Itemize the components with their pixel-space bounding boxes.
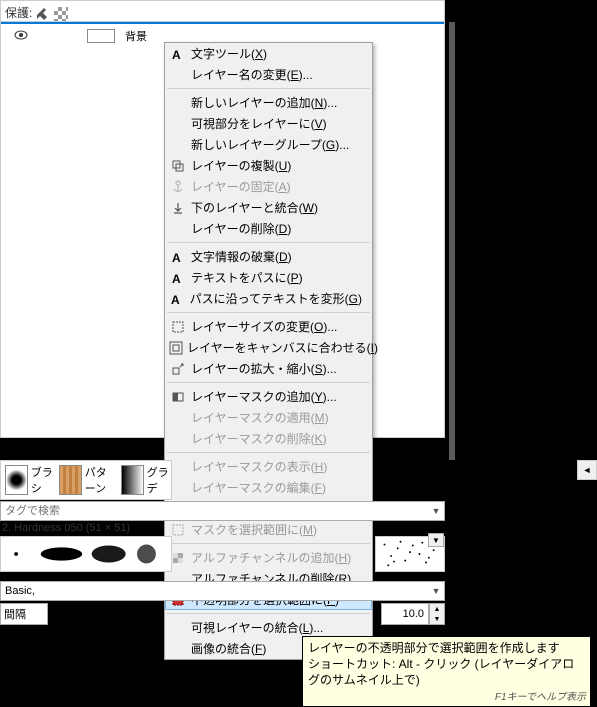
dynamics-label: Basic, <box>1 585 428 597</box>
menu-delete-layer[interactable]: レイヤーの削除(D) <box>165 218 372 239</box>
duplicate-icon <box>169 158 187 174</box>
lock-label: 保護: <box>5 4 68 21</box>
menu-discard-text[interactable]: A 文字情報の破棄(D) <box>165 246 372 267</box>
menu-edit-mask: レイヤーマスクの編集(F) <box>165 477 372 498</box>
toolbar: 保護: <box>0 0 445 22</box>
tag-search-field[interactable]: ▼ <box>0 501 445 521</box>
anchor-icon <box>169 179 187 195</box>
visibility-icon[interactable] <box>14 29 28 43</box>
text-icon: A <box>169 249 187 265</box>
menu-visible-to-layer[interactable]: 可視部分をレイヤーに(V) <box>165 113 372 134</box>
menu-add-mask[interactable]: レイヤーマスクの追加(Y)... <box>165 386 372 407</box>
menu-duplicate-layer[interactable]: レイヤーの複製(U) <box>165 155 372 176</box>
brush-pattern-gradient-tabs: ブラシ パターン グラデ <box>0 460 172 500</box>
tab-menu-arrow-icon[interactable]: ◄ <box>577 460 597 480</box>
tooltip: レイヤーの不透明部分で選択範囲を作成します ショートカット: Alt - クリッ… <box>302 636 591 707</box>
menu-rename-layer[interactable]: レイヤー名の変更(E)... <box>165 64 372 85</box>
menu-delete-mask: レイヤーマスクの削除(K) <box>165 428 372 449</box>
svg-text:A: A <box>172 48 181 61</box>
menu-text-to-path[interactable]: A テキストをパスに(P) <box>165 267 372 288</box>
layer-thumbnail[interactable] <box>87 29 115 43</box>
text-tool-icon: A <box>169 46 187 62</box>
menu-merge-down[interactable]: 下のレイヤーと統合(W) <box>165 197 372 218</box>
tooltip-line2: ショートカット: Alt - クリック (レイヤーダイアログのサムネイル上で) <box>308 656 585 688</box>
spin-down-icon[interactable]: ▼ <box>430 614 444 624</box>
tooltip-f1: F1キーでヘルプ表示 <box>495 691 586 705</box>
menu-scale-layer[interactable]: レイヤーの拡大・縮小(S)... <box>165 358 372 379</box>
checker-icon[interactable] <box>54 7 68 21</box>
menu-layer-boundary[interactable]: レイヤーサイズの変更(O)... <box>165 316 372 337</box>
brush-tab-label[interactable]: ブラシ <box>31 464 55 496</box>
menu-text-tool[interactable]: A 文字ツール(X) <box>165 43 372 64</box>
dropdown-arrow-icon[interactable]: ▼ <box>428 586 444 596</box>
fit-icon <box>169 340 183 356</box>
menu-anchor-layer: レイヤーの固定(A) <box>165 176 372 197</box>
pattern-tab-label[interactable]: パターン <box>85 464 117 496</box>
brush-tab-thumb[interactable] <box>5 465 28 495</box>
spacing-label: 間隔 <box>0 603 48 625</box>
menu-apply-mask: レイヤーマスクの適用(M) <box>165 407 372 428</box>
text-icon: A <box>169 270 187 286</box>
brush-stroke-preview <box>0 536 172 572</box>
menu-show-mask: レイヤーマスクの表示(H) <box>165 456 372 477</box>
menu-add-alpha: アルファチャンネルの追加(H) <box>165 547 372 568</box>
spacing-row: 間隔 10.0 ▲ ▼ <box>0 603 445 625</box>
dynamics-row[interactable]: Basic, ▼ <box>0 581 445 601</box>
layer-context-menu: A 文字ツール(X) レイヤー名の変更(E)... 新しいレイヤーの追加(N).… <box>164 42 373 660</box>
spin-up-icon[interactable]: ▲ <box>430 604 444 614</box>
brush-name-label: 2. Hardness 050 (51 × 51) <box>2 522 130 534</box>
svg-text:A: A <box>171 293 180 306</box>
tooltip-line1: レイヤーの不透明部分で選択範囲を作成します <box>308 640 585 656</box>
menu-text-along-path[interactable]: A パスに沿ってテキストを変形(G) <box>165 288 372 309</box>
merge-down-icon <box>169 200 187 216</box>
gradient-tab-thumb[interactable] <box>121 465 144 495</box>
menu-layer-to-imagesize[interactable]: レイヤーをキャンバスに合わせる(I) <box>165 337 372 358</box>
spacing-spinner[interactable]: ▲ ▼ <box>429 603 445 625</box>
mask-icon <box>169 389 187 405</box>
svg-text:A: A <box>172 251 181 264</box>
menu-mask-to-selection: マスクを選択範囲に(M) <box>165 519 372 540</box>
gradient-tab-label[interactable]: グラデ <box>147 464 171 496</box>
svg-text:A: A <box>172 272 181 285</box>
text-icon: A <box>169 291 186 307</box>
dropdown-arrow-icon[interactable]: ▼ <box>428 533 444 547</box>
resize-icon <box>169 319 187 335</box>
dropdown-arrow-icon[interactable]: ▼ <box>428 506 444 516</box>
scale-icon <box>169 361 187 377</box>
menu-new-layer[interactable]: 新しいレイヤーの追加(N)... <box>165 92 372 113</box>
tag-search-input[interactable] <box>1 505 428 517</box>
menu-new-layer-group[interactable]: 新しいレイヤーグループ(G)... <box>165 134 372 155</box>
brush-icon[interactable] <box>35 7 49 21</box>
spacing-value[interactable]: 10.0 <box>381 603 429 625</box>
pattern-tab-thumb[interactable] <box>59 465 82 495</box>
